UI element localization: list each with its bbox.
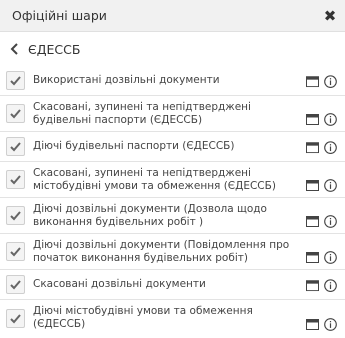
layer-label: Скасовані, зупинені та непідтверджені бу… bbox=[33, 100, 251, 126]
layer-row: Скасовані дозвільні документи bbox=[0, 270, 345, 300]
layer-checkbox[interactable] bbox=[6, 308, 25, 328]
checkmark-icon bbox=[10, 247, 21, 257]
layer-label: Скасовані, зупинені та непідтверджені мі… bbox=[33, 166, 276, 192]
layer-checkbox[interactable] bbox=[6, 71, 25, 90]
chevron-left-icon bbox=[10, 43, 18, 55]
layer-checkbox[interactable] bbox=[6, 137, 25, 156]
layer-checkbox[interactable] bbox=[6, 242, 25, 261]
layer-row: Діючі будівельні паспорти (ЄДЕССБ) bbox=[0, 132, 345, 162]
official-layers-panel: Офіційні шари ✖ ЄДЕССБ Використані дозві… bbox=[0, 0, 345, 338]
window-icon[interactable] bbox=[306, 319, 319, 330]
layer-row: Діючі дозвільні документи (Дозвола щодо … bbox=[0, 198, 345, 234]
layer-row: Скасовані, зупинені та непідтверджені мі… bbox=[0, 162, 345, 198]
layer-label: Діючі дозвільні документи (Повідомлення … bbox=[33, 238, 290, 264]
window-icon[interactable] bbox=[306, 279, 319, 291]
layer-checkbox[interactable] bbox=[6, 275, 25, 294]
checkmark-icon bbox=[10, 76, 21, 86]
layer-checkbox[interactable] bbox=[6, 206, 25, 225]
checkmark-icon bbox=[10, 280, 21, 290]
checkmark-icon bbox=[10, 175, 21, 185]
panel-header: Офіційні шари ✖ bbox=[0, 0, 345, 32]
window-icon[interactable] bbox=[306, 252, 319, 263]
window-icon[interactable] bbox=[306, 141, 319, 153]
layer-row: Скасовані, зупинені та непідтверджені бу… bbox=[0, 96, 345, 132]
layer-row: Діючі містобудівні умови та обмеження (Є… bbox=[0, 300, 345, 336]
layer-list: Використані дозвільні документи Скасован… bbox=[0, 66, 345, 336]
back-button[interactable]: ЄДЕССБ bbox=[0, 34, 345, 64]
back-label: ЄДЕССБ bbox=[28, 41, 81, 57]
checkmark-icon bbox=[10, 142, 21, 152]
window-icon[interactable] bbox=[306, 75, 319, 87]
layer-label: Діючі будівельні паспорти (ЄДЕССБ) bbox=[33, 140, 235, 152]
layer-row: Використані дозвільні документи bbox=[0, 66, 345, 96]
window-icon[interactable] bbox=[306, 216, 319, 227]
info-icon[interactable] bbox=[324, 74, 337, 88]
info-icon[interactable] bbox=[324, 179, 337, 192]
layer-checkbox[interactable] bbox=[6, 170, 25, 189]
checkmark-icon bbox=[10, 109, 21, 119]
checkmark-icon bbox=[10, 211, 21, 221]
window-icon[interactable] bbox=[306, 114, 319, 125]
layer-label: Діючі дозвільні документи (Дозвола щодо … bbox=[33, 202, 267, 228]
checkmark-icon bbox=[10, 313, 21, 323]
layer-label: Використані дозвільні документи bbox=[33, 74, 220, 86]
info-icon[interactable] bbox=[324, 215, 337, 228]
info-icon[interactable] bbox=[324, 318, 337, 331]
close-icon[interactable]: ✖ bbox=[322, 7, 338, 25]
info-icon[interactable] bbox=[324, 140, 337, 154]
layer-row: Діючі дозвільні документи (Повідомлення … bbox=[0, 234, 345, 270]
window-icon[interactable] bbox=[306, 180, 319, 191]
info-icon[interactable] bbox=[324, 113, 337, 126]
info-icon[interactable] bbox=[324, 251, 337, 264]
layer-label: Діючі містобудівні умови та обмеження (Є… bbox=[33, 305, 253, 330]
layer-label: Скасовані дозвільні документи bbox=[33, 278, 206, 290]
info-icon[interactable] bbox=[324, 278, 337, 292]
layer-checkbox[interactable] bbox=[6, 104, 25, 123]
panel-title: Офіційні шари bbox=[12, 8, 107, 23]
